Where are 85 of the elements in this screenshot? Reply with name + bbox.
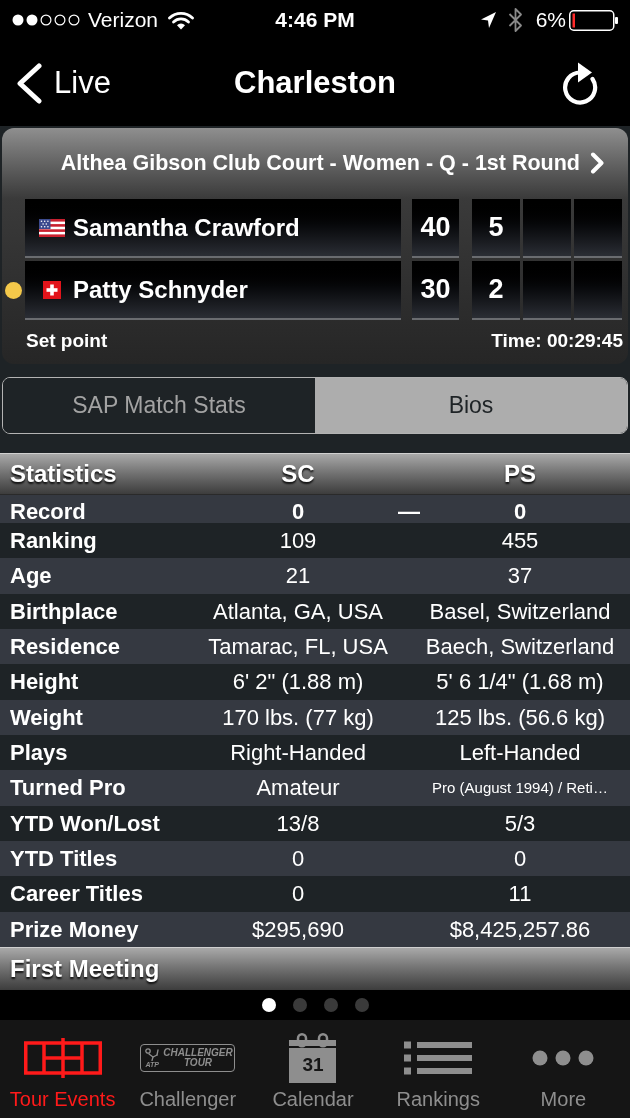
list-icon <box>404 1040 473 1075</box>
wifi-icon <box>168 10 195 30</box>
status-time: 4:46 PM <box>275 7 355 33</box>
table-cell-text: Tamarac, FL, USA <box>208 633 388 662</box>
signal-strength-icon <box>12 14 80 26</box>
table-cell-text: 13/8 <box>276 809 320 838</box>
table-cell-text: 11 <box>508 880 532 909</box>
table-cell-text: 6' 2" (1.88 m) <box>232 668 364 697</box>
table-cell-text: Atlanta, GA, USA <box>213 597 383 626</box>
location-arrow-icon <box>480 12 496 28</box>
table-cell-text: 5/3 <box>504 809 536 838</box>
table-cell-text: 0 <box>291 845 305 874</box>
table-cell-text: $295,690 <box>252 915 344 944</box>
more-icon <box>532 1049 595 1066</box>
row-label: Age <box>9 562 52 591</box>
column-header: PS <box>504 459 536 489</box>
table-cell-text: 37 <box>507 562 533 591</box>
tab-bar-item[interactable]: Tour Events <box>0 1019 126 1118</box>
row-label: Plays <box>9 739 68 768</box>
battery-icon <box>569 9 618 31</box>
row-label: Record <box>9 498 86 526</box>
tab-bar-item[interactable]: More <box>500 1019 626 1118</box>
tab-bar-item[interactable]: 31 Calendar <box>250 1019 376 1118</box>
table-cell-text: 21 <box>285 562 311 591</box>
table-cell-text: Basel, Switzerland <box>429 597 611 626</box>
round-link[interactable]: Althea Gibson Club Court - Women - Q - 1st Round <box>60 147 604 179</box>
screen-title: Charleston <box>234 64 396 102</box>
set-score-cell: 5 <box>472 199 520 258</box>
calendar-icon <box>289 1032 337 1083</box>
record-separator: — <box>398 498 420 526</box>
row-label: Ranking <box>9 527 97 556</box>
row-label: Prize Money <box>9 915 139 944</box>
table-cell-text: 0 <box>291 880 305 909</box>
back-button[interactable]: Live <box>15 62 111 104</box>
player-name: Samantha Crawford <box>73 212 300 243</box>
table-cell-text: Left-Handed <box>459 739 581 768</box>
calendar-date: 31 <box>301 1053 325 1076</box>
table-cell-text: 0 <box>291 498 305 526</box>
logo-text: CHALLENGER TOUR <box>163 1047 233 1068</box>
section-header: First Meeting <box>0 946 630 990</box>
us-flag-icon <box>39 218 65 237</box>
table-cell-text: 5' 6 1/4" (1.68 m) <box>436 668 604 697</box>
table-cell-text: 0 <box>513 845 527 874</box>
row-label: YTD Won/Lost <box>9 809 160 838</box>
table-cell-text: 109 <box>279 527 317 556</box>
tennis-court-icon <box>23 1037 102 1078</box>
battery-percent: 6% <box>535 7 566 33</box>
tab-bar-item[interactable]: Rankings <box>375 1019 501 1118</box>
row-label: YTD Titles <box>9 845 118 874</box>
table-cell-text: 125 lbs. (56.6 kg) <box>435 703 605 732</box>
row-label: Birthplace <box>9 597 118 626</box>
table-cell-text: 170 lbs. (77 kg) <box>222 703 374 732</box>
swiss-flag-icon <box>43 280 61 299</box>
set-score-cell <box>574 199 622 258</box>
set-score-cell <box>523 261 571 320</box>
row-label: Weight <box>9 703 83 732</box>
row-label: Career Titles <box>9 880 143 909</box>
table-cell-text: Baech, Switzerland <box>425 633 615 662</box>
match-time: Time: 00:29:45 <box>491 328 623 353</box>
player-figure-icon <box>145 1047 160 1061</box>
bluetooth-icon <box>507 7 523 33</box>
row-label: Residence <box>9 633 121 662</box>
row-label: Turned Pro <box>9 774 126 803</box>
table-cell-text: Amateur <box>256 774 340 803</box>
table-cell-text: Pro (August 1994) / Reti… <box>432 777 608 798</box>
points-cell: 40 <box>412 199 459 258</box>
carrier-name: Verizon <box>88 7 159 33</box>
refresh-icon <box>560 61 600 105</box>
chevron-left-icon <box>15 62 42 104</box>
chevron-right-icon <box>590 152 604 174</box>
column-header: Statistics <box>9 459 117 489</box>
table-cell-text: 455 <box>501 527 539 556</box>
set-score-cell: 2 <box>472 261 520 320</box>
set-score-cell <box>574 261 622 320</box>
segment-tab[interactable]: Bios <box>315 378 627 433</box>
column-header: SC <box>281 459 315 489</box>
player-name: Patty Schnyder <box>73 274 248 305</box>
refresh-button[interactable] <box>560 61 600 105</box>
set-score-cell <box>523 199 571 258</box>
row-label: Height <box>9 668 79 697</box>
match-status: Set point <box>26 328 108 353</box>
table-cell-text: Right-Handed <box>230 739 366 768</box>
table-cell-text: $8,425,257.86 <box>449 915 591 944</box>
points-cell: 30 <box>412 261 459 320</box>
table-cell-text: 0 <box>513 498 527 526</box>
